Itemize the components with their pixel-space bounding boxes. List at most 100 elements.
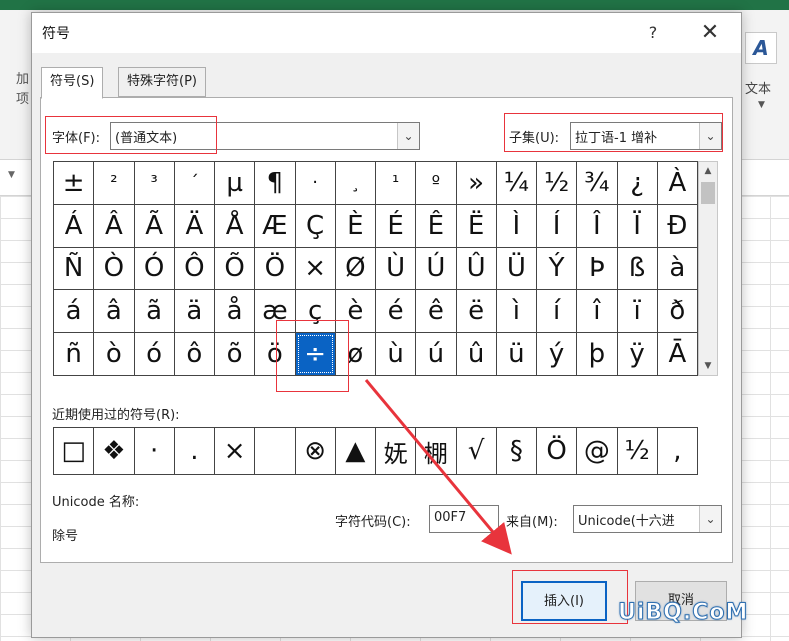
symbol-cell[interactable]: Î (577, 204, 617, 247)
symbol-cell[interactable]: ü (496, 333, 536, 375)
symbol-cell[interactable]: ß (617, 247, 657, 290)
recent-symbol-cell[interactable]: 妩 (376, 428, 416, 474)
symbol-cell[interactable]: Ç (295, 204, 335, 247)
recent-symbol-cell[interactable]: 棚 (416, 428, 456, 474)
symbol-cell[interactable]: ð (657, 290, 697, 333)
from-select[interactable]: Unicode(十六进 ⌄ (573, 505, 722, 533)
symbol-cell[interactable]: ¿ (617, 162, 657, 204)
symbol-cell[interactable]: á (54, 290, 94, 333)
chevron-down-icon[interactable]: ▼ (699, 357, 717, 375)
chevron-down-icon[interactable]: ▼ (8, 170, 15, 180)
symbol-cell[interactable]: ý (537, 333, 577, 375)
symbol-cell[interactable]: × (295, 247, 335, 290)
symbol-cell[interactable]: Á (54, 204, 94, 247)
recent-symbol-cell[interactable]: √ (456, 428, 496, 474)
symbol-cell[interactable]: Ê (416, 204, 456, 247)
symbol-cell[interactable]: ± (54, 162, 94, 204)
recent-symbol-cell[interactable]: ½ (617, 428, 657, 474)
symbol-cell[interactable]: ¹ (376, 162, 416, 204)
symbol-cell[interactable]: ÷ (295, 333, 335, 375)
symbol-cell[interactable]: Ñ (54, 247, 94, 290)
symbol-cell[interactable]: ½ (537, 162, 577, 204)
symbol-cell[interactable]: º (416, 162, 456, 204)
tab-symbols[interactable]: 符号(S) (41, 67, 104, 99)
symbol-cell[interactable]: » (456, 162, 496, 204)
recent-symbol-cell[interactable]: , (657, 428, 697, 474)
chevron-down-icon[interactable]: ⌄ (699, 506, 721, 532)
symbol-cell[interactable]: Û (456, 247, 496, 290)
recent-symbol-cell[interactable]: × (215, 428, 255, 474)
symbol-cell[interactable]: Ý (537, 247, 577, 290)
symbol-cell[interactable]: å (215, 290, 255, 333)
symbol-cell[interactable]: Ò (94, 247, 134, 290)
recent-symbol-cell[interactable]: · (134, 428, 174, 474)
symbol-cell[interactable]: õ (215, 333, 255, 375)
char-code-input[interactable]: 00F7 (429, 505, 499, 533)
chevron-down-icon[interactable]: ⌄ (699, 123, 721, 149)
wordart-icon[interactable]: A (745, 32, 777, 64)
symbol-cell[interactable]: Â (94, 204, 134, 247)
symbol-cell[interactable]: ï (617, 290, 657, 333)
font-select[interactable]: (普通文本) ⌄ (110, 122, 420, 150)
symbol-cell[interactable]: ö (255, 333, 295, 375)
recent-symbol-cell[interactable]: § (496, 428, 536, 474)
symbol-cell[interactable]: à (657, 247, 697, 290)
symbol-cell[interactable]: ç (295, 290, 335, 333)
help-button[interactable]: ? (638, 19, 668, 47)
symbol-cell[interactable]: ø (335, 333, 375, 375)
symbol-cell[interactable]: ù (376, 333, 416, 375)
symbol-cell[interactable]: Ø (335, 247, 375, 290)
recent-symbol-cell[interactable]: ▲ (335, 428, 375, 474)
symbol-cell[interactable]: ú (416, 333, 456, 375)
dialog-titlebar[interactable]: 符号 ? ✕ (32, 13, 741, 53)
symbol-cell[interactable]: Ë (456, 204, 496, 247)
symbol-cell[interactable]: ò (94, 333, 134, 375)
chevron-down-icon[interactable]: ⌄ (397, 123, 419, 149)
symbol-cell[interactable]: Ï (617, 204, 657, 247)
symbol-cell[interactable]: ó (134, 333, 174, 375)
recent-symbol-cell[interactable]: . (174, 428, 214, 474)
symbol-cell[interactable]: ñ (54, 333, 94, 375)
recent-symbol-cell[interactable]: ⊗ (295, 428, 335, 474)
symbol-cell[interactable]: Ù (376, 247, 416, 290)
symbol-cell[interactable]: ä (174, 290, 214, 333)
chevron-down-icon[interactable]: ▼ (758, 100, 765, 110)
symbol-grid-scrollbar[interactable]: ▲ ▼ (698, 161, 718, 376)
tab-special-characters[interactable]: 特殊字符(P) (118, 67, 206, 97)
symbol-cell[interactable]: î (577, 290, 617, 333)
symbol-cell[interactable]: · (295, 162, 335, 204)
symbol-cell[interactable]: Þ (577, 247, 617, 290)
symbol-cell[interactable]: É (376, 204, 416, 247)
recent-symbol-cell[interactable]: @ (577, 428, 617, 474)
symbol-cell[interactable]: ¾ (577, 162, 617, 204)
recent-symbol-cell[interactable] (255, 428, 295, 474)
symbol-cell[interactable]: æ (255, 290, 295, 333)
symbol-cell[interactable]: Æ (255, 204, 295, 247)
insert-button[interactable]: 插入(I) (521, 581, 607, 621)
subset-select[interactable]: 拉丁语-1 增补 ⌄ (570, 122, 722, 150)
symbol-cell[interactable]: Ã (134, 204, 174, 247)
symbol-cell[interactable]: À (657, 162, 697, 204)
close-button[interactable]: ✕ (694, 19, 726, 47)
symbol-cell[interactable]: ³ (134, 162, 174, 204)
symbol-cell[interactable]: µ (215, 162, 255, 204)
symbol-cell[interactable]: Í (537, 204, 577, 247)
chevron-up-icon[interactable]: ▲ (699, 162, 717, 180)
symbol-cell[interactable]: â (94, 290, 134, 333)
symbol-cell[interactable]: Å (215, 204, 255, 247)
symbol-cell[interactable]: û (456, 333, 496, 375)
symbol-cell[interactable]: Ô (174, 247, 214, 290)
symbol-cell[interactable]: Ð (657, 204, 697, 247)
symbol-cell[interactable]: ² (94, 162, 134, 204)
symbol-cell[interactable]: ô (174, 333, 214, 375)
symbol-cell[interactable]: þ (577, 333, 617, 375)
symbol-cell[interactable]: ¼ (496, 162, 536, 204)
recent-symbol-cell[interactable]: □ (54, 428, 94, 474)
symbol-cell[interactable]: Ö (255, 247, 295, 290)
symbol-cell[interactable]: í (537, 290, 577, 333)
symbol-cell[interactable]: ´ (174, 162, 214, 204)
symbol-cell[interactable]: Ú (416, 247, 456, 290)
scrollbar-thumb[interactable] (701, 182, 715, 204)
symbol-cell[interactable]: Ó (134, 247, 174, 290)
symbol-cell[interactable]: ¸ (335, 162, 375, 204)
